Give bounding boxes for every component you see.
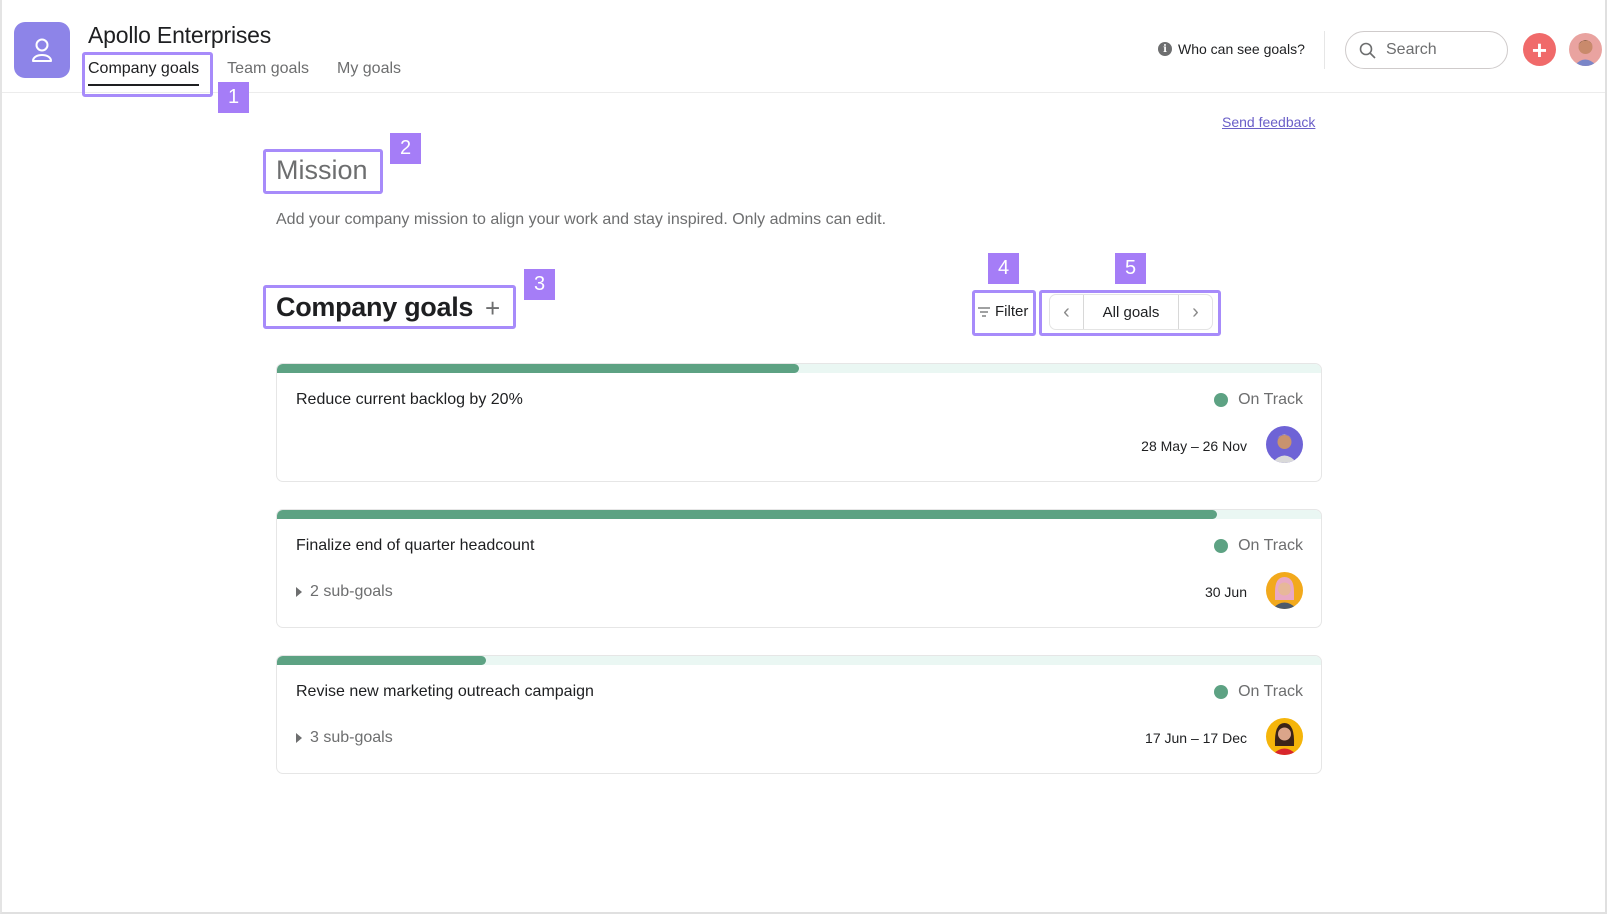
subgoals-label: 2 sub-goals	[310, 583, 393, 600]
annotation-badge-4: 4	[988, 253, 1019, 284]
goal-status: On Track	[1214, 683, 1303, 701]
goal-card[interactable]: Reduce current backlog by 20% On Track 2…	[276, 363, 1322, 482]
annotation-badge-1: 1	[218, 82, 249, 113]
tab-my-goals[interactable]: My goals	[337, 60, 401, 86]
info-icon: i	[1158, 42, 1172, 56]
org-name: Apollo Enterprises	[88, 22, 272, 48]
goals-window: Apollo Enterprises Company goals Team go…	[0, 0, 1607, 914]
chevron-right-icon: ›	[1192, 300, 1199, 323]
search-icon	[1359, 42, 1376, 59]
user-avatar[interactable]	[1569, 33, 1602, 66]
goal-name[interactable]: Finalize end of quarter headcount	[296, 537, 534, 555]
header-divider	[1324, 31, 1325, 69]
goal-name[interactable]: Reduce current backlog by 20%	[296, 391, 523, 409]
progress-track	[277, 510, 1321, 519]
status-dot-icon	[1214, 539, 1229, 553]
owner-avatar[interactable]	[1266, 718, 1303, 755]
annotation-badge-5: 5	[1115, 253, 1146, 284]
send-feedback-link[interactable]: Send feedback	[1222, 114, 1315, 130]
prev-view-button[interactable]: ‹	[1050, 295, 1083, 329]
people-icon	[32, 38, 52, 62]
goal-card[interactable]: Revise new marketing outreach campaign 3…	[276, 655, 1322, 774]
progress-track	[277, 364, 1321, 373]
caret-right-icon	[296, 733, 302, 743]
avatar-face-icon	[1574, 40, 1597, 66]
company-goals-heading: Company goals	[276, 292, 474, 322]
who-can-see-goals-link[interactable]: i Who can see goals?	[1158, 41, 1305, 57]
progress-fill	[277, 510, 1217, 519]
annotation-badge-3: 3	[524, 269, 555, 300]
progress-fill	[277, 364, 799, 373]
avatar-face-icon	[1272, 723, 1297, 755]
goal-view-switcher: ‹ All goals ›	[1049, 294, 1213, 330]
subgoals-toggle[interactable]: 3 sub-goals	[296, 729, 393, 747]
subgoals-toggle[interactable]: 2 sub-goals	[296, 583, 393, 601]
owner-avatar[interactable]	[1266, 572, 1303, 609]
mission-title[interactable]: Mission	[276, 155, 368, 186]
status-label: On Track	[1238, 537, 1303, 554]
goal-dates: 30 Jun	[1204, 584, 1247, 600]
current-view-label[interactable]: All goals	[1083, 295, 1179, 329]
add-goal-button[interactable]: +	[485, 293, 500, 324]
plus-icon: +	[1531, 34, 1548, 65]
global-add-button[interactable]: +	[1523, 33, 1556, 66]
progress-track	[277, 656, 1321, 665]
goal-status: On Track	[1214, 391, 1303, 409]
progress-fill	[277, 656, 486, 665]
who-can-see-label: Who can see goals?	[1178, 41, 1305, 57]
goal-status: On Track	[1214, 537, 1303, 555]
org-logo[interactable]	[14, 22, 70, 78]
status-label: On Track	[1238, 683, 1303, 700]
avatar-face-icon	[1272, 434, 1297, 463]
goal-name[interactable]: Revise new marketing outreach campaign	[296, 683, 594, 701]
search-input[interactable]: Search	[1345, 31, 1508, 69]
annotation-badge-2: 2	[390, 133, 421, 164]
filter-icon	[978, 306, 990, 317]
filter-button[interactable]: Filter	[978, 303, 1028, 320]
tab-company-goals[interactable]: Company goals	[88, 60, 200, 86]
mission-description: Add your company mission to align your w…	[276, 211, 887, 228]
filter-label: Filter	[995, 303, 1029, 320]
goal-dates: 17 Jun – 17 Dec	[1145, 730, 1247, 746]
caret-right-icon	[296, 587, 302, 597]
goal-card[interactable]: Finalize end of quarter headcount 2 sub-…	[276, 509, 1322, 628]
avatar-face-icon	[1272, 577, 1297, 609]
next-view-button[interactable]: ›	[1179, 295, 1212, 329]
goal-tabs: Company goals Team goals My goals	[88, 60, 429, 86]
subgoals-label: 3 sub-goals	[310, 729, 393, 746]
search-placeholder: Search	[1386, 41, 1437, 58]
chevron-left-icon: ‹	[1063, 300, 1070, 323]
status-dot-icon	[1214, 393, 1229, 407]
top-header: Apollo Enterprises Company goals Team go…	[2, 0, 1605, 93]
owner-avatar[interactable]	[1266, 426, 1303, 463]
status-label: On Track	[1238, 391, 1303, 408]
goal-dates: 28 May – 26 Nov	[1141, 438, 1247, 454]
status-dot-icon	[1214, 685, 1229, 699]
